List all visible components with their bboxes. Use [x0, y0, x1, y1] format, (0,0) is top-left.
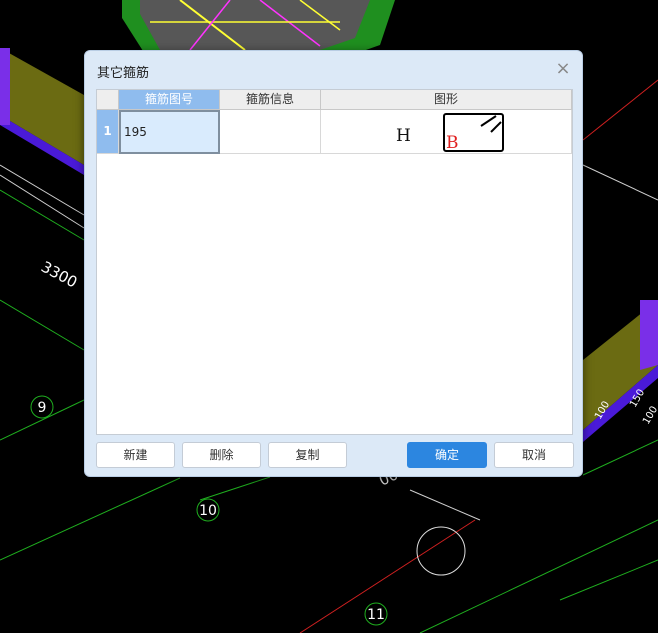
delete-button[interactable]: 删除 — [182, 442, 261, 468]
corner-header — [97, 90, 119, 110]
axis-label-9: 9 — [38, 400, 47, 416]
column-header-shape[interactable]: 图形 — [321, 90, 572, 110]
other-stirrup-dialog: 其它箍筋 × 箍筋图号 箍筋信息 图形 1 195 H B 新建 删除 复制 确… — [84, 50, 583, 477]
stirrup-shape-drawing: H B — [396, 113, 504, 153]
shape-cell[interactable]: H B — [321, 110, 572, 154]
copy-button[interactable]: 复制 — [268, 442, 347, 468]
column-header-info[interactable]: 箍筋信息 — [220, 90, 321, 110]
close-icon[interactable]: × — [554, 60, 572, 78]
shape-label-b: B — [446, 133, 459, 153]
shape-label-h: H — [396, 126, 411, 146]
dialog-title: 其它箍筋 — [97, 66, 150, 81]
dimension-label: 3300 — [38, 258, 80, 292]
ok-button[interactable]: 确定 — [407, 442, 487, 468]
side-label-3: 100 — [641, 404, 658, 426]
axis-label-11: 11 — [367, 607, 385, 623]
figure-no-cell[interactable]: 195 — [119, 110, 220, 154]
column-header-figure-no[interactable]: 箍筋图号 — [119, 90, 220, 110]
row-number[interactable]: 1 — [97, 110, 119, 154]
new-button[interactable]: 新建 — [96, 442, 175, 468]
info-cell[interactable] — [220, 110, 321, 154]
cancel-button[interactable]: 取消 — [494, 442, 574, 468]
axis-label-10: 10 — [199, 503, 217, 519]
stirrup-table: 箍筋图号 箍筋信息 图形 1 195 H B — [96, 89, 573, 435]
